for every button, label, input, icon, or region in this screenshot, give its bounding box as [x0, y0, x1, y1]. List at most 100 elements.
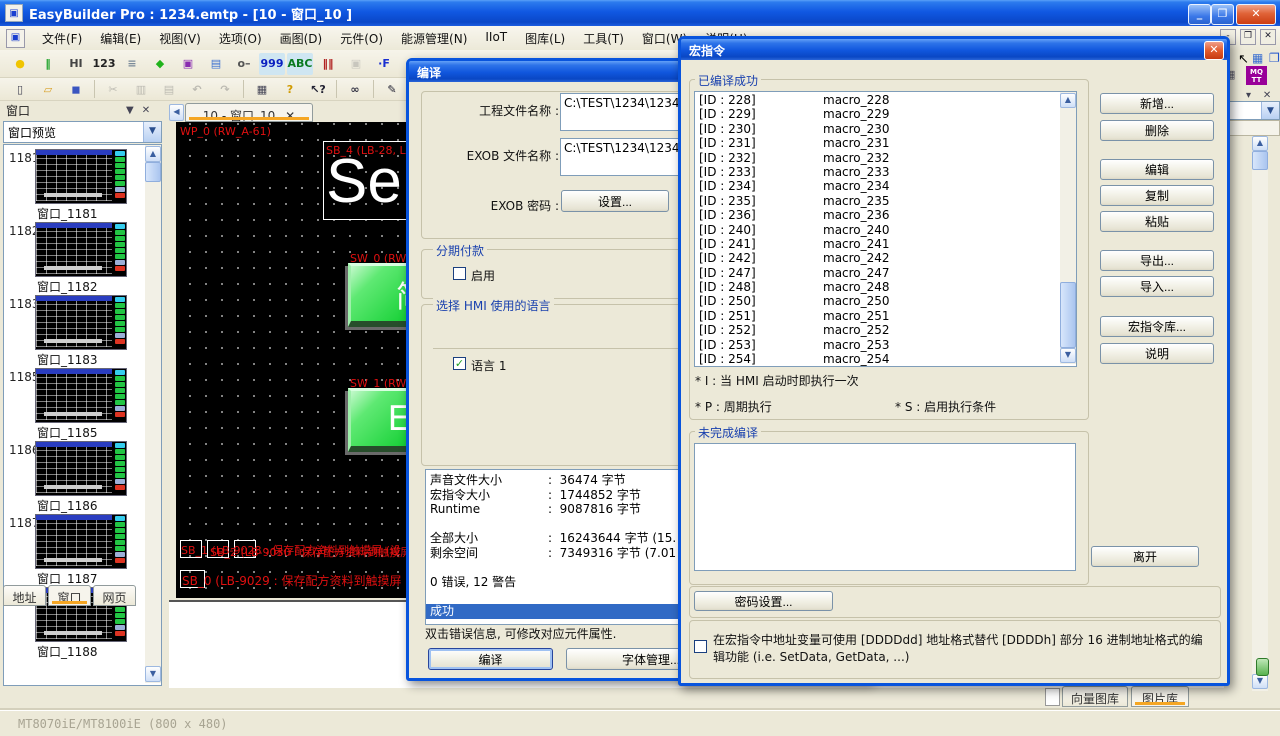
pending-listbox[interactable] — [694, 443, 1076, 571]
close-button[interactable]: ✕ — [1236, 4, 1276, 25]
macro-list-row[interactable]: [ID : 229]macro_229 — [695, 107, 1058, 121]
window-list-item-1183[interactable]: 1183窗口_1183 — [4, 295, 139, 365]
panel-header[interactable]: 窗口 ▼ ✕ — [0, 101, 164, 119]
new-file-icon[interactable]: ▯ — [7, 78, 33, 100]
installment-checkbox[interactable] — [453, 267, 466, 280]
menu-item-tools[interactable]: 工具(T) — [574, 27, 633, 50]
mdi-restore-button[interactable]: ❐ — [1240, 29, 1256, 45]
mqtt-icon[interactable]: MQ TT — [1246, 66, 1267, 85]
scrollbar-thumb[interactable] — [1252, 151, 1268, 170]
mdi-close-button[interactable]: ✕ — [1260, 29, 1276, 45]
macro-listbox[interactable]: [ID : 228]macro_228[ID : 229]macro_229[I… — [694, 91, 1077, 367]
numeric-icon[interactable]: 123 — [91, 53, 117, 75]
menu-item-iiot[interactable]: IIoT — [476, 27, 516, 50]
cursor-icon[interactable]: ↖ — [1238, 52, 1249, 67]
window-thumbnail[interactable] — [35, 368, 127, 423]
copy-icon[interactable]: ▥ — [128, 78, 154, 100]
window-list-item-1182[interactable]: 1182窗口_1182 — [4, 222, 139, 292]
macro-new-button[interactable]: 新增... — [1100, 93, 1214, 114]
menu-item-edit[interactable]: 编辑(E) — [91, 27, 150, 50]
scroll-up-icon[interactable]: ▲ — [145, 146, 161, 162]
minimize-button[interactable]: _ — [1188, 4, 1211, 25]
macro-list-row[interactable]: [ID : 254]macro_254 — [695, 352, 1058, 366]
help-icon[interactable]: ? — [277, 78, 303, 100]
menu-item-file[interactable]: 文件(F) — [33, 27, 91, 50]
window-list-scrollbar[interactable]: ▲ ▼ — [145, 145, 161, 683]
scroll-up-icon[interactable]: ▲ — [1252, 136, 1268, 151]
bulb-icon[interactable]: ● — [7, 53, 33, 75]
macro-list-scrollbar[interactable]: ▲ ▼ — [1060, 92, 1076, 364]
macro-list-row[interactable]: [ID : 232]macro_232 — [695, 151, 1058, 165]
tab-scroll-left-icon[interactable]: ◀ — [169, 104, 184, 121]
window-thumbnail[interactable] — [35, 222, 127, 277]
cut-icon[interactable]: ✂ — [100, 78, 126, 100]
panel-close-icon[interactable]: ✕ — [1263, 90, 1271, 101]
undo-icon[interactable]: ↶ — [184, 78, 210, 100]
macro-list-row[interactable]: [ID : 235]macro_235 — [695, 194, 1058, 208]
exit-button[interactable]: 离开 — [1091, 546, 1199, 567]
table-edit-icon[interactable]: ▦ — [1252, 51, 1263, 65]
macro-list-row[interactable]: [ID : 240]macro_240 — [695, 223, 1058, 237]
right-panel-scrollbar[interactable]: ▲ ▼ — [1252, 136, 1268, 691]
macro-macro-library-button[interactable]: 宏指令库... — [1100, 316, 1214, 337]
tab-picture-library[interactable]: 图片库 — [1131, 686, 1189, 707]
numeric-display-icon[interactable]: 999 — [259, 53, 285, 75]
macro-copy-button[interactable]: 复制 — [1100, 185, 1214, 206]
function-f-icon[interactable]: ·F — [371, 53, 397, 75]
macro-help-button[interactable]: 说明 — [1100, 343, 1214, 364]
title-bar[interactable]: ▣ EasyBuilder Pro : 1234.emtp - [10 - 窗口… — [0, 0, 1280, 26]
scrollbar-thumb[interactable] — [1060, 282, 1076, 348]
window-thumbnail[interactable] — [35, 441, 127, 496]
open-folder-icon[interactable]: ▱ — [35, 78, 61, 100]
compile-button[interactable]: 编译 — [428, 648, 553, 670]
scroll-down-icon[interactable]: ▼ — [1060, 348, 1076, 363]
tab-vector-library[interactable]: 向量图库 — [1062, 686, 1128, 707]
menu-item-options[interactable]: 选项(O) — [210, 27, 271, 50]
window-thumbnail[interactable] — [35, 295, 127, 350]
ascii-display-icon[interactable]: ABC — [287, 53, 313, 75]
group-icon[interactable]: ▣ — [343, 53, 369, 75]
window-list-item-1181[interactable]: 1181窗口_1181 — [4, 149, 139, 219]
menu-item-draw[interactable]: 画图(D) — [271, 27, 332, 50]
window-thumbnail[interactable] — [35, 149, 127, 204]
macro-paste-button[interactable]: 粘贴 — [1100, 211, 1214, 232]
right-panel-field[interactable] — [1227, 120, 1280, 136]
address-format-checkbox[interactable] — [694, 640, 707, 653]
macro-list-row[interactable]: [ID : 251]macro_251 — [695, 309, 1058, 323]
layers-icon[interactable]: ≡ — [119, 53, 145, 75]
macro-export-button[interactable]: 导出... — [1100, 250, 1214, 271]
macro-dialog-titlebar[interactable]: 宏指令 — [681, 39, 1227, 60]
menu-item-view[interactable]: 视图(V) — [150, 27, 210, 50]
language1-checkbox[interactable]: ✓ — [453, 357, 466, 370]
macro-dialog-close-icon[interactable]: ✕ — [1204, 41, 1224, 60]
menu-item-objects[interactable]: 元件(O) — [331, 27, 392, 50]
print-icon[interactable]: ▦ — [249, 78, 275, 100]
zoom-slider-handle[interactable] — [1256, 658, 1269, 676]
window-list-item-1186[interactable]: 1186窗口_1186 — [4, 441, 139, 511]
macro-list-row[interactable]: [ID : 248]macro_248 — [695, 280, 1058, 294]
scrollbar-thumb[interactable] — [145, 162, 161, 182]
macro-list-row[interactable]: [ID : 250]macro_250 — [695, 294, 1058, 308]
scroll-down-icon[interactable]: ▼ — [145, 666, 161, 682]
tab-window-10[interactable]: 10 - 窗口_10 ✕ — [185, 103, 313, 122]
macro-list-row[interactable]: [ID : 233]macro_233 — [695, 165, 1058, 179]
panel-menu-icon[interactable]: ▾ — [1246, 90, 1251, 101]
macro-list-row[interactable]: [ID : 253]macro_253 — [695, 338, 1058, 352]
right-panel-combobox[interactable]: ▼ — [1229, 101, 1280, 120]
tab-address[interactable]: 地址 — [3, 585, 46, 606]
pen-icon[interactable]: ✎ — [379, 78, 405, 100]
save-icon[interactable]: ◼ — [63, 78, 89, 100]
key-switch-icon[interactable]: o– — [231, 53, 257, 75]
barcode-icon[interactable]: ‖‖ — [315, 53, 341, 75]
window-copy-icon[interactable]: ❐ — [1269, 51, 1280, 65]
package-icon[interactable]: ◆ — [147, 53, 173, 75]
touch-trigger-icon[interactable]: ▣ — [175, 53, 201, 75]
macro-list-row[interactable]: [ID : 230]macro_230 — [695, 122, 1058, 136]
traffic-light-icon[interactable]: ‖ — [35, 53, 61, 75]
scroll-up-icon[interactable]: ▲ — [1060, 93, 1076, 108]
tab-webpage[interactable]: 网页 — [93, 585, 136, 606]
find-icon[interactable]: ∞ — [342, 78, 368, 100]
chevron-down-icon[interactable]: ▼ — [1261, 102, 1279, 119]
note-board-icon[interactable]: ▤ — [203, 53, 229, 75]
context-help-icon[interactable]: ↖? — [305, 78, 331, 100]
